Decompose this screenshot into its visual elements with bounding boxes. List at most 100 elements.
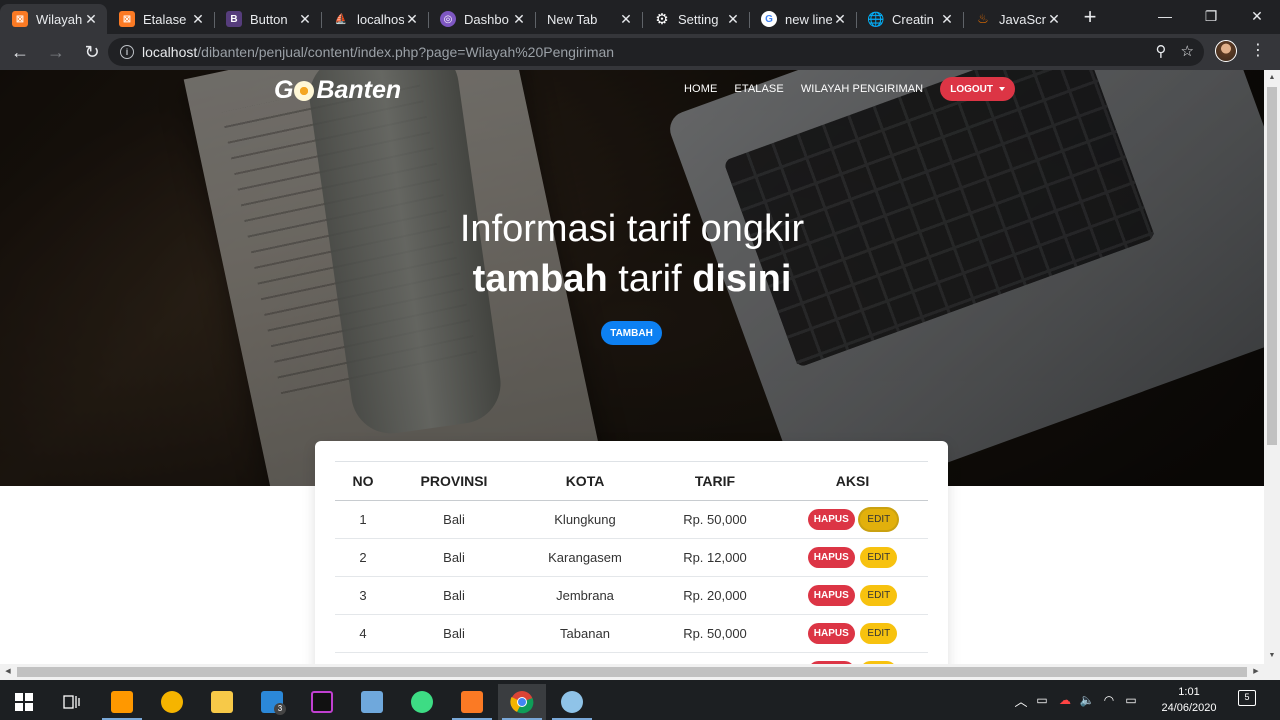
taskbar-mail[interactable]: 3 [248,684,296,720]
chevron-up-icon[interactable]: ︿ [1012,691,1030,710]
paint-palette-icon [561,691,583,713]
tab-title: Button [250,11,288,27]
hapus-button[interactable]: HAPUS [807,547,855,568]
reload-button[interactable]: ↻ [76,36,108,68]
browser-menu-icon[interactable]: ⋮ [1250,40,1266,60]
horizontal-scrollbar[interactable]: ◀ ▶ [0,664,1280,680]
site-logo[interactable]: G Banten [274,76,401,105]
close-window-button[interactable]: ✕ [1234,0,1280,32]
cell-provinsi: Bali [391,614,517,653]
taskbar-xampp[interactable] [448,684,496,720]
address-bar[interactable]: i localhost/dibanten/penjual/content/ind… [108,38,1204,66]
warning-triangle-icon [161,691,183,713]
folder-icon [211,691,233,713]
start-button[interactable] [0,684,48,720]
tab-wilayah[interactable]: ⊠ Wilayah ✕ [0,4,107,34]
system-clock[interactable]: 1:01 24/06/2020 [1150,684,1228,716]
tab-title: JavaScr [999,11,1046,27]
tab-localhost[interactable]: ⛵ localhost ✕ [321,4,428,34]
nav-wilayah-pengiriman[interactable]: WILAYAH PENGIRIMAN [801,83,923,95]
edit-button[interactable]: EDIT [860,547,898,568]
tab-etalase[interactable]: ⊠ Etalase ✕ [107,4,214,34]
close-icon[interactable]: ✕ [618,11,634,28]
cell-kota: Klungkung [517,500,653,539]
scroll-right-arrow-icon[interactable]: ▶ [1248,664,1264,680]
scrollbar-thumb[interactable] [1267,87,1277,445]
windows-logo-icon [15,693,33,711]
taskbar-app-triangle[interactable] [148,684,196,720]
edit-button[interactable]: EDIT [860,585,898,606]
close-icon[interactable]: ✕ [404,11,420,28]
taskbar-file-explorer[interactable] [198,684,246,720]
taskbar-sublime-text[interactable] [98,684,146,720]
scrollbar-thumb[interactable] [17,667,1247,677]
taskbar-android-studio[interactable] [398,684,446,720]
logout-dropdown-button[interactable]: LOGOUT [940,77,1016,101]
profile-avatar[interactable] [1215,40,1237,62]
nav-etalase[interactable]: ETALASE [734,83,783,95]
task-view-button[interactable] [48,684,96,720]
scroll-up-arrow-icon[interactable]: ▲ [1264,70,1280,86]
tambah-button[interactable]: TAMBAH [601,321,662,345]
mail-badge: 3 [274,703,286,715]
edit-button[interactable]: EDIT [860,509,898,530]
tab-title: Setting [678,11,719,27]
flower-icon [294,80,315,101]
forward-button[interactable]: → [40,36,72,68]
tab-new-tab[interactable]: New Tab ✕ [535,4,642,34]
new-tab-button[interactable]: + [1076,4,1104,32]
tab-settings[interactable]: ⚙ Setting ✕ [642,4,749,34]
zoom-icon[interactable]: ⚲ [1156,42,1167,60]
dashboard-icon: ◎ [440,11,456,27]
hero-heading: Informasi tarif ongkir tambah tarif disi… [459,208,805,300]
scroll-left-arrow-icon[interactable]: ◀ [0,664,16,680]
volume-icon[interactable]: 🔈 [1076,693,1098,707]
hapus-button[interactable]: HAPUS [807,623,855,644]
taskbar-chrome[interactable] [498,684,546,720]
back-button[interactable]: ← [4,36,36,68]
cell-provinsi: Bali [391,500,517,539]
restore-button[interactable]: ❐ [1188,0,1234,32]
cell-tarif: Rp. 50,000 [653,500,777,539]
bookmark-star-icon[interactable]: ☆ [1181,42,1194,60]
tab-javascript[interactable]: ♨ JavaScr ✕ [963,4,1070,34]
tab-new-line[interactable]: G new line ✕ [749,4,856,34]
hapus-button[interactable]: HAPUS [807,585,855,606]
close-icon[interactable]: ✕ [939,11,955,28]
tab-button[interactable]: B Button ✕ [214,4,321,34]
close-icon[interactable]: ✕ [1046,11,1062,28]
edit-button[interactable]: EDIT [860,623,898,644]
close-icon[interactable]: ✕ [190,11,206,28]
tab-title: Creatin [892,11,934,27]
keyboard-icon[interactable]: ▭ [1120,693,1142,707]
tab-dashboard[interactable]: ◎ Dashbo ✕ [428,4,535,34]
taskbar-jetbrains[interactable] [298,684,346,720]
onedrive-icon[interactable]: ☁ [1054,693,1076,707]
nav-home[interactable]: HOME [684,83,717,95]
cell-provinsi: Bali [391,576,517,615]
close-icon[interactable]: ✕ [83,11,99,28]
battery-icon[interactable]: ▭ [1030,693,1054,707]
minimize-button[interactable]: — [1142,0,1188,32]
tab-title: Etalase [143,11,187,27]
taskbar-paint[interactable] [548,684,596,720]
tab-creating[interactable]: 🌐 Creatin ✕ [856,4,963,34]
close-icon[interactable]: ✕ [725,11,741,28]
wifi-icon[interactable]: ◠ [1098,693,1120,707]
cell-no: 3 [335,576,391,615]
info-icon[interactable]: i [120,45,134,59]
task-view-icon [63,695,80,709]
close-icon[interactable]: ✕ [297,11,313,28]
cell-aksi: HAPUS EDIT [777,576,928,615]
close-icon[interactable]: ✕ [832,11,848,28]
table-row: 1 Bali Klungkung Rp. 50,000 HAPUS EDIT [335,500,928,539]
scroll-down-arrow-icon[interactable]: ▼ [1264,648,1280,664]
close-icon[interactable]: ✕ [511,11,527,28]
notification-center-icon[interactable]: 5 [1238,690,1256,706]
browser-toolbar: ← → ↻ i localhost/dibanten/penjual/conte… [0,34,1280,70]
tab-title: new line [785,11,832,27]
taskbar-virtualbox[interactable] [348,684,396,720]
hapus-button[interactable]: HAPUS [807,509,855,530]
vertical-scrollbar[interactable]: ▲ ▼ [1264,70,1280,664]
cell-no: 1 [335,500,391,539]
